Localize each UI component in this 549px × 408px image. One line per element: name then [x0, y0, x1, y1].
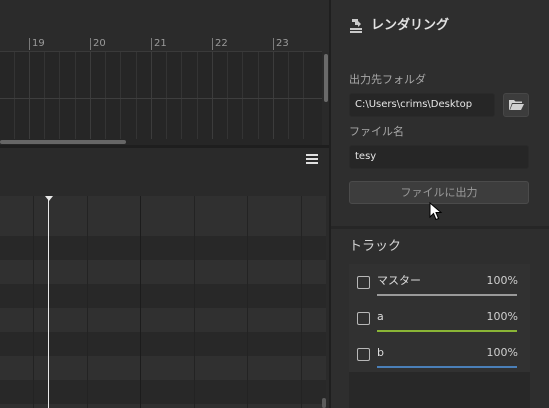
arrangement-overview[interactable] [0, 52, 322, 140]
grid-line [227, 52, 228, 140]
browse-folder-button[interactable] [503, 93, 529, 117]
ruler-label: 23 [276, 38, 289, 49]
folder-open-icon [509, 100, 524, 110]
playhead-line[interactable] [48, 196, 49, 408]
grid-line [303, 52, 304, 140]
ruler-label: 22 [215, 38, 228, 49]
grid-line [44, 52, 45, 140]
track-color-bar [377, 294, 517, 296]
track-list: マスター 100% a 100% b 100% [349, 264, 530, 408]
grid-line [181, 52, 182, 140]
ruler-label: 20 [93, 38, 106, 49]
track-checkbox[interactable] [357, 312, 370, 325]
ruler-label: 21 [154, 38, 167, 49]
track-row-master[interactable]: マスター 100% [349, 264, 530, 300]
grid-line [197, 52, 198, 140]
hamburger-menu-icon[interactable] [306, 154, 318, 166]
track-name: b [377, 346, 384, 359]
export-icon [350, 19, 362, 33]
playhead-marker[interactable] [45, 196, 53, 201]
track-name: a [377, 310, 384, 323]
track-volume: 100% [486, 346, 518, 359]
panel-header: レンダリング [331, 0, 549, 50]
grid-line [90, 52, 91, 140]
grid-line [75, 52, 76, 140]
track-separator [0, 98, 322, 99]
track-volume: 100% [486, 310, 518, 323]
section-divider [331, 226, 549, 229]
grid-line [87, 196, 88, 408]
grid-line [194, 196, 195, 408]
panel-title: レンダリング [371, 18, 450, 33]
grid-line [59, 52, 60, 140]
export-to-file-button[interactable]: ファイルに出力 [349, 181, 529, 204]
scrollbar-thumb[interactable] [324, 54, 328, 102]
grid-line [105, 52, 106, 140]
tracks-heading: トラック [349, 239, 402, 254]
track-volume: 100% [486, 274, 518, 287]
grid-line [301, 196, 302, 408]
ruler-label: 19 [32, 38, 45, 49]
grid-line [247, 196, 248, 408]
grid-line [33, 196, 34, 408]
grid-line [120, 52, 121, 140]
grid-line [273, 52, 274, 140]
track-name: マスター [377, 274, 421, 287]
mouse-pointer-icon [429, 202, 443, 221]
piano-roll-vertical-scrollbar[interactable] [322, 398, 326, 408]
grid-line [288, 52, 289, 140]
grid-line [14, 52, 15, 140]
grid-line [242, 52, 243, 140]
timeline-area: 19 20 21 22 23 [0, 0, 330, 408]
grid-line [258, 52, 259, 140]
output-folder-field[interactable]: C:\Users\crims\Desktop [349, 93, 495, 117]
track-checkbox[interactable] [357, 276, 370, 289]
grid-line [140, 196, 141, 408]
grid-line [212, 52, 213, 140]
file-name-field[interactable]: tesy [349, 145, 529, 169]
grid-line [136, 52, 137, 140]
file-name-label: ファイル名 [349, 125, 404, 138]
track-row-b[interactable]: b 100% [349, 336, 530, 372]
scrollbar-thumb[interactable] [0, 140, 126, 144]
track-row-a[interactable]: a 100% [349, 300, 530, 336]
piano-roll-header [0, 148, 330, 196]
track-color-bar [377, 330, 517, 332]
output-folder-label: 出力先フォルダ [349, 73, 426, 86]
grid-line [166, 52, 167, 140]
time-ruler[interactable]: 19 20 21 22 23 [0, 0, 330, 52]
grid-line [29, 52, 30, 140]
track-checkbox[interactable] [357, 348, 370, 361]
grid-line [151, 52, 152, 140]
track-color-bar [377, 366, 517, 368]
